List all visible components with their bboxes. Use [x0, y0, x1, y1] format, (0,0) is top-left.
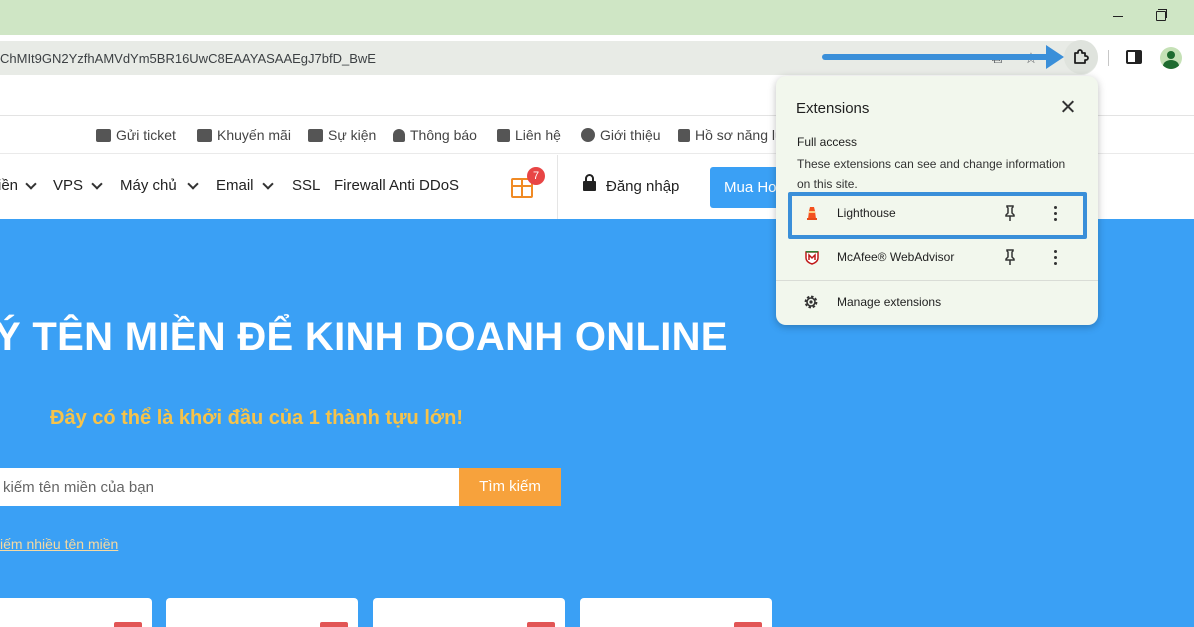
- side-panel-icon[interactable]: [1126, 50, 1142, 64]
- domain-price-card[interactable]: [373, 598, 565, 627]
- topnav-promotions[interactable]: Khuyến mãi: [197, 127, 291, 143]
- hero-title: Ý TÊN MIỀN ĐỂ KINH DOANH ONLINE: [0, 315, 728, 359]
- annotation-highlight-box: [788, 192, 1087, 239]
- multi-domain-search-link[interactable]: iếm nhiều tên miền: [0, 536, 118, 552]
- card-badge: [734, 622, 762, 627]
- pin-icon[interactable]: [1003, 248, 1017, 266]
- menu-server[interactable]: Máy chủ: [120, 177, 177, 194]
- gear-icon: [804, 295, 818, 309]
- chevron-down-icon[interactable]: [262, 178, 274, 190]
- profile-avatar-icon[interactable]: [1160, 47, 1182, 69]
- menu-ssl[interactable]: SSL: [292, 177, 320, 194]
- annotation-arrow: [822, 54, 1052, 60]
- chevron-down-icon[interactable]: [91, 178, 103, 190]
- minimize-window-button[interactable]: [1106, 6, 1130, 26]
- profile-doc-icon: [678, 128, 690, 142]
- ticket-icon: [96, 128, 111, 142]
- extensions-popup-title: Extensions: [796, 100, 870, 117]
- menu-vps[interactable]: VPS: [53, 177, 83, 194]
- annotation-arrow-head: [1046, 45, 1064, 69]
- menu-divider: [557, 155, 558, 219]
- domain-price-card[interactable]: [166, 598, 358, 627]
- login-link[interactable]: Đăng nhập: [606, 178, 679, 195]
- topnav-label: Liên hệ: [515, 127, 561, 143]
- menu-firewall[interactable]: Firewall Anti DDoS: [334, 177, 459, 194]
- chevron-down-icon[interactable]: [25, 178, 37, 190]
- menu-email[interactable]: Email: [216, 177, 254, 194]
- chevron-down-icon[interactable]: [187, 178, 199, 190]
- extensions-button[interactable]: [1064, 40, 1098, 74]
- gift-icon: [197, 128, 212, 142]
- card-badge: [320, 622, 348, 627]
- manage-extensions-label: Manage extensions: [837, 295, 942, 309]
- url-text[interactable]: ChMIt9GN2YzfhAMVdYm5BR16UwC8EAAYASAAEgJ7…: [0, 51, 376, 66]
- full-access-heading: Full access: [797, 135, 858, 149]
- topnav-label: Thông báo: [410, 127, 477, 143]
- topnav-label: Khuyến mãi: [217, 127, 291, 143]
- extension-name: McAfee® WebAdvisor: [837, 250, 955, 264]
- extension-row-mcafee[interactable]: McAfee® WebAdvisor: [790, 238, 1084, 276]
- domain-price-card[interactable]: [580, 598, 772, 627]
- domain-search-button[interactable]: Tìm kiếm: [459, 468, 561, 506]
- topnav-contact[interactable]: Liên hệ: [497, 127, 561, 143]
- hero-subtitle: Đây có thể là khởi đầu của 1 thành tựu l…: [50, 407, 463, 429]
- full-access-description: These extensions can see and change info…: [797, 157, 1066, 191]
- mcafee-icon: [805, 251, 819, 265]
- topnav-notifications[interactable]: Thông báo: [393, 127, 477, 143]
- topnav-company-profile[interactable]: Hồ sơ năng lự: [678, 127, 784, 143]
- topnav-label: Sự kiện: [328, 127, 377, 143]
- browser-title-bar: [0, 0, 1194, 35]
- card-badge: [114, 622, 142, 627]
- menu-domain[interactable]: iền: [0, 177, 18, 194]
- topnav-events[interactable]: Sự kiện: [308, 127, 376, 143]
- domain-price-card[interactable]: [0, 598, 152, 627]
- restore-window-button[interactable]: [1148, 6, 1172, 26]
- lock-icon: [583, 174, 596, 191]
- contact-icon: [497, 128, 510, 142]
- domain-search-input[interactable]: [0, 468, 459, 506]
- manage-extensions-row[interactable]: Manage extensions: [790, 284, 1084, 320]
- close-icon[interactable]: [1059, 98, 1077, 116]
- puzzle-icon: [1074, 49, 1089, 64]
- more-options-icon[interactable]: [1052, 248, 1058, 266]
- topnav-label: Hồ sơ năng lự: [695, 127, 785, 143]
- topnav-label: Gửi ticket: [116, 127, 176, 143]
- promo-count-badge: 7: [527, 167, 545, 185]
- card-badge: [527, 622, 555, 627]
- toolbar-separator: [1108, 50, 1109, 66]
- event-icon: [308, 128, 323, 142]
- topnav-about[interactable]: Giới thiệu: [581, 127, 661, 143]
- extensions-divider: [776, 280, 1098, 281]
- topnav-label: Giới thiệu: [600, 127, 661, 143]
- bell-icon: [393, 128, 405, 142]
- topnav-send-ticket[interactable]: Gửi ticket: [96, 127, 176, 143]
- info-icon: [581, 128, 595, 142]
